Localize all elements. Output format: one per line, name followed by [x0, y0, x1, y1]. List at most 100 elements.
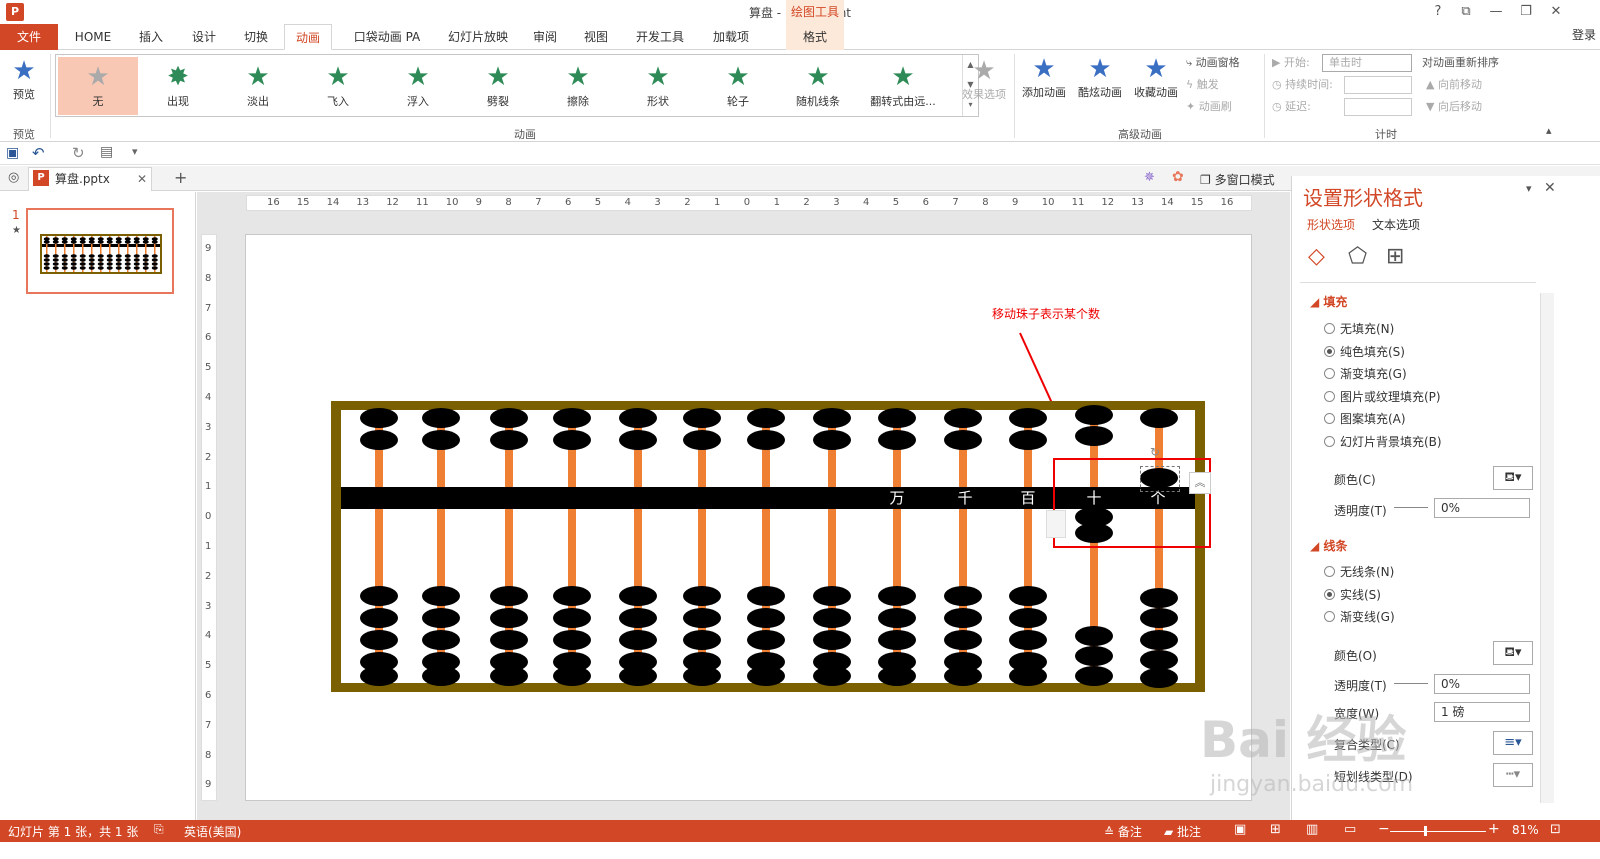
tab-review[interactable]: 审阅 [522, 24, 568, 50]
slide-sorter-icon[interactable]: ◎ [8, 170, 19, 185]
animation-split[interactable]: ★ 劈裂 [458, 57, 538, 115]
animation-painter-button[interactable]: ✦ 动画刷 [1186, 97, 1266, 117]
restore-button[interactable]: ❐ [1512, 2, 1540, 22]
save-icon[interactable]: ▣ [6, 145, 19, 161]
slideshow-view-icon[interactable]: ▭ [1344, 822, 1356, 837]
lower-bead[interactable] [422, 586, 460, 606]
fill-option[interactable]: 幻灯片背景填充(B) [1324, 431, 1442, 453]
lower-bead[interactable] [422, 630, 460, 650]
upper-bead[interactable] [553, 430, 591, 450]
reading-view-icon[interactable]: ▥ [1306, 822, 1318, 837]
line-section-header[interactable]: ◢ 线条 [1310, 537, 1347, 554]
lower-bead[interactable] [944, 608, 982, 628]
spell-check-icon[interactable]: ⎘ [154, 822, 164, 837]
notes-button[interactable]: ≙ 备注 [1104, 823, 1142, 840]
line-transparency-slider[interactable] [1394, 683, 1428, 684]
upper-bead[interactable] [878, 408, 916, 428]
animation-wipe[interactable]: ★ 擦除 [538, 57, 618, 115]
upper-bead[interactable] [747, 430, 785, 450]
start-from-beginning-icon[interactable]: ▤ [100, 144, 113, 160]
lower-bead[interactable] [1140, 588, 1178, 608]
cool-animation-button[interactable]: ★ 酷炫动画 [1074, 54, 1126, 100]
animation-pane-button[interactable]: ⤷ 动画窗格 [1186, 53, 1266, 73]
duration-input[interactable] [1344, 76, 1412, 94]
upper-bead[interactable] [553, 408, 591, 428]
lower-bead[interactable] [553, 630, 591, 650]
radio-icon[interactable] [1324, 390, 1335, 402]
radio-icon[interactable] [1324, 368, 1335, 380]
ribbon-display-options-icon[interactable]: ⧉ [1452, 2, 1480, 22]
animation-wheel[interactable]: ★ 轮子 [698, 57, 778, 115]
lower-bead[interactable] [360, 586, 398, 606]
move-later-button[interactable]: ▼ 向后移动 [1426, 97, 1482, 117]
upper-bead[interactable] [619, 430, 657, 450]
document-tab[interactable]: P 算盘.pptx ✕ [28, 167, 152, 191]
fit-slide-icon[interactable]: ⊡ [1550, 822, 1561, 837]
settings-gear-icon[interactable]: ✿ [1172, 169, 1184, 185]
line-width-input[interactable]: 1 磅 [1434, 702, 1530, 722]
lower-bead[interactable] [878, 630, 916, 650]
pane-scrollbar[interactable] [1540, 293, 1554, 803]
radio-icon[interactable] [1324, 413, 1335, 425]
upper-bead[interactable] [490, 430, 528, 450]
animation-fade[interactable]: ★ 淡出 [218, 57, 298, 115]
radio-icon[interactable] [1324, 611, 1335, 623]
animation-random-bars[interactable]: ★ 随机线条 [778, 57, 858, 115]
tab-text-options[interactable]: 文本选项 [1372, 216, 1420, 233]
selection-box[interactable] [1140, 466, 1180, 492]
mini-toolbar-stub[interactable] [1046, 510, 1066, 538]
favorite-animation-button[interactable]: ★ 收藏动画 [1130, 54, 1182, 100]
lower-bead[interactable] [747, 630, 785, 650]
close-tab-icon[interactable]: ✕ [137, 168, 147, 190]
comments-button[interactable]: ▰ 批注 [1164, 823, 1201, 840]
lower-bead[interactable] [813, 630, 851, 650]
fill-transparency-slider[interactable] [1394, 507, 1428, 508]
pane-close-icon[interactable]: ✕ [1544, 180, 1556, 196]
lower-bead[interactable] [747, 608, 785, 628]
line-option[interactable]: 实线(S) [1324, 584, 1381, 606]
lower-bead[interactable] [878, 608, 916, 628]
minimize-button[interactable]: — [1482, 2, 1510, 22]
lower-bead[interactable] [944, 666, 982, 686]
lower-bead[interactable] [1009, 586, 1047, 606]
lower-bead[interactable] [553, 608, 591, 628]
fill-color-picker[interactable]: ⛾▾ [1493, 466, 1533, 490]
help-icon[interactable]: ? [1424, 2, 1452, 22]
radio-icon[interactable] [1324, 566, 1335, 577]
lower-bead[interactable] [1009, 608, 1047, 628]
language-status[interactable]: 英语(美国) [184, 823, 241, 840]
effects-pentagon-icon[interactable]: ⬠ [1348, 244, 1367, 269]
lower-bead[interactable] [490, 608, 528, 628]
lower-bead[interactable] [683, 608, 721, 628]
slide-thumbnail[interactable] [26, 208, 174, 294]
zoom-out-icon[interactable]: − [1378, 821, 1390, 837]
animation-fly-in[interactable]: ★ 飞入 [298, 57, 378, 115]
lower-bead[interactable] [360, 666, 398, 686]
lower-bead[interactable] [490, 586, 528, 606]
lower-bead[interactable] [747, 666, 785, 686]
lower-bead[interactable] [1140, 668, 1178, 688]
animation-float-in[interactable]: ★ 浮入 [378, 57, 458, 115]
tab-animations[interactable]: 动画 [284, 24, 332, 50]
tab-insert[interactable]: 插入 [126, 24, 176, 50]
lower-bead[interactable] [878, 586, 916, 606]
lower-bead[interactable] [422, 608, 460, 628]
animation-grow-turn[interactable]: ★ 翻转式由远... [858, 57, 948, 115]
zoom-slider-thumb[interactable] [1424, 826, 1427, 836]
normal-view-icon[interactable]: ▣ [1234, 822, 1246, 837]
lower-bead[interactable] [490, 666, 528, 686]
lower-bead[interactable] [1075, 666, 1113, 686]
upper-bead[interactable] [1075, 405, 1113, 425]
lower-bead[interactable] [490, 630, 528, 650]
upper-bead[interactable] [944, 430, 982, 450]
tab-developer[interactable]: 开发工具 [624, 24, 696, 50]
upper-bead[interactable] [683, 430, 721, 450]
close-button[interactable]: ✕ [1542, 2, 1570, 22]
animation-none[interactable]: ★ 无 [58, 57, 138, 115]
lower-bead[interactable] [944, 630, 982, 650]
fill-option[interactable]: 纯色填充(S) [1324, 341, 1405, 363]
slide-sorter-view-icon[interactable]: ⊞ [1270, 822, 1281, 837]
redo-icon[interactable]: ↻ [72, 144, 85, 162]
lower-bead[interactable] [813, 586, 851, 606]
lower-bead[interactable] [813, 666, 851, 686]
